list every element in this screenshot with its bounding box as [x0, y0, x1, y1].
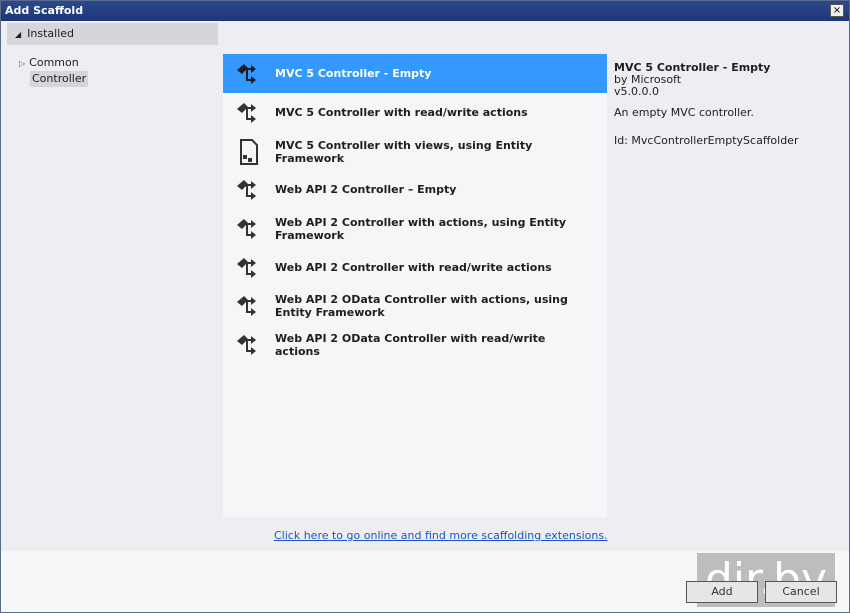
scaffold-item-label: Web API 2 OData Controller with read/wri… [275, 331, 546, 358]
scaffold-list-item[interactable]: MVC 5 Controller - Empty [223, 54, 607, 93]
category-tree: ▷ Common Controller [19, 55, 89, 87]
tree-item-controller[interactable]: Controller [30, 71, 89, 87]
document-controller-icon [233, 137, 265, 167]
controller-icon [233, 59, 265, 89]
scaffold-list-item[interactable]: Web API 2 OData Controller with actions,… [223, 286, 607, 325]
controller-icon [233, 253, 265, 283]
scaffold-item-label: Web API 2 Controller with read/write act… [275, 261, 552, 274]
controller-icon [233, 98, 265, 128]
controller-icon [233, 291, 265, 321]
add-scaffold-dialog: Add Scaffold × ◢ Installed ▷ Common Contro… [0, 0, 850, 613]
scaffold-list: MVC 5 Controller - Empty MVC 5 Controller… [223, 54, 607, 517]
details-description: An empty MVC controller. [614, 106, 754, 119]
title-bar: Add Scaffold [1, 1, 849, 21]
scaffold-item-label: Web API 2 Controller with actions, using… [275, 215, 567, 242]
scaffold-list-item[interactable]: MVC 5 Controller with read/write actions [223, 93, 607, 132]
close-button[interactable]: × [830, 4, 844, 17]
controller-icon [233, 214, 265, 244]
scaffold-item-label: Web API 2 OData Controller with actions,… [275, 292, 568, 319]
dialog-title: Add Scaffold [5, 4, 84, 17]
add-button[interactable]: Add [686, 581, 758, 603]
details-panel: MVC 5 Controller - Empty by Microsoft v5… [614, 62, 844, 147]
scaffold-item-label: Web API 2 Controller – Empty [275, 183, 457, 196]
expand-triangle-icon: ▷ [19, 59, 26, 68]
scaffold-list-item[interactable]: Web API 2 Controller with read/write act… [223, 248, 607, 287]
installed-label: Installed [27, 27, 75, 40]
installed-header[interactable]: ◢ Installed [7, 23, 218, 45]
scaffold-list-item[interactable]: MVC 5 Controller with views, using Entit… [223, 132, 607, 171]
controller-icon [233, 330, 265, 360]
scaffold-item-label: MVC 5 Controller - Empty [275, 67, 432, 80]
scaffold-list-item[interactable]: Web API 2 Controller – Empty [223, 170, 607, 209]
details-id: Id: MvcControllerEmptyScaffolder [614, 134, 799, 147]
details-version: v5.0.0.0 [614, 85, 659, 98]
scaffold-item-label: MVC 5 Controller with views, using Entit… [275, 138, 533, 165]
scaffold-item-label: MVC 5 Controller with read/write actions [275, 106, 528, 119]
collapse-triangle-icon: ◢ [15, 30, 22, 39]
cancel-button[interactable]: Cancel [765, 581, 837, 603]
tree-item-common[interactable]: ▷ Common [19, 55, 88, 71]
controller-icon [233, 175, 265, 205]
scaffold-list-item[interactable]: Web API 2 Controller with actions, using… [223, 209, 607, 248]
online-extensions-link[interactable]: Click here to go online and find more sc… [274, 529, 608, 542]
scaffold-list-item[interactable]: Web API 2 OData Controller with read/wri… [223, 325, 607, 364]
